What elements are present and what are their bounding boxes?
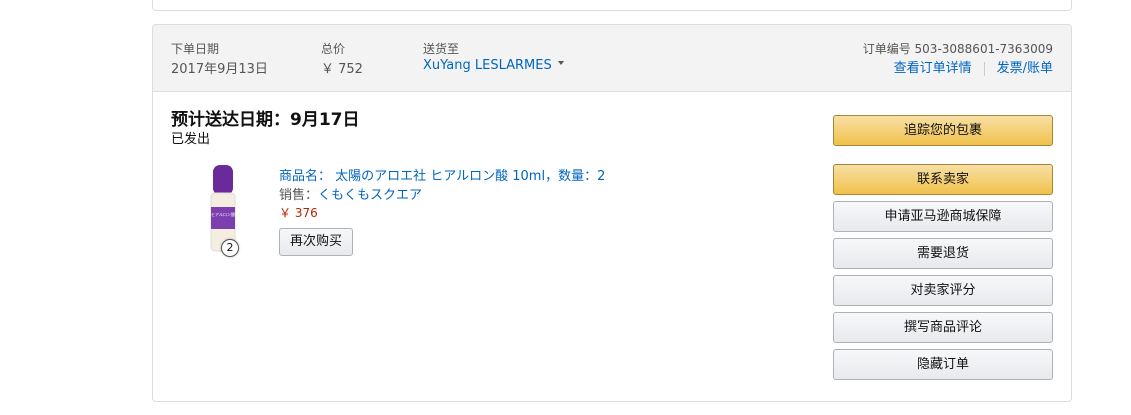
ship-to-dropdown[interactable]: XuYang LESLARMES [423, 58, 564, 73]
ship-to-name[interactable]: XuYang LESLARMES [423, 58, 552, 73]
invoice-link[interactable]: 发票/账单 [997, 61, 1053, 76]
item-price: ￥ 376 [279, 206, 318, 220]
shipment-status: 已发出 [171, 132, 211, 147]
order-header: 下单日期 2017年9月13日 总价 ￥ 752 送货至 XuYang LESL… [153, 25, 1071, 92]
quantity-badge: 2 [221, 239, 239, 257]
write-review-button[interactable]: 撰写商品评论 [833, 312, 1053, 343]
previous-order-card [152, 0, 1072, 11]
return-items-button[interactable]: 需要退货 [833, 238, 1053, 269]
order-number: 订单编号 503-3088601-7363009 [862, 42, 1053, 56]
bottle-cap [213, 165, 233, 195]
caret-down-icon[interactable] [557, 60, 564, 65]
order-total-label: 总价 [321, 42, 346, 56]
a-to-z-guarantee-button[interactable]: 申请亚马逊商城保障 [833, 201, 1053, 232]
contact-seller-button[interactable]: 联系卖家 [833, 164, 1053, 195]
order-date-label: 下单日期 [171, 42, 220, 56]
order-total-value: ￥ 752 [321, 62, 363, 77]
delivery-date-title: 预计送达日期：9月17日 [171, 110, 360, 130]
seller-link[interactable]: くもくもスクエア [318, 188, 422, 203]
rate-seller-button[interactable]: 对卖家评分 [833, 275, 1053, 306]
seller-label: 销售： [279, 188, 319, 203]
product-title-link[interactable]: 商品名： 太陽のアロエ社 ヒアルロン酸 10ml，数量：2 [279, 165, 605, 184]
order-card: 下单日期 2017年9月13日 总价 ￥ 752 送货至 XuYang LESL… [152, 24, 1072, 402]
track-package-button[interactable]: 追踪您的包裹 [833, 115, 1053, 146]
order-date-value: 2017年9月13日 [171, 62, 268, 77]
bottle-label-text: ヒアルロン酸 [211, 211, 235, 217]
seller-line: 销售：くもくもスクエア [279, 184, 422, 203]
buy-again-button[interactable]: 再次购买 [279, 228, 353, 256]
bottle-label [211, 207, 235, 229]
ship-to-label: 送货至 [423, 42, 460, 56]
order-links: 查看订单详情 发票/账单 [894, 57, 1053, 76]
link-divider [983, 61, 985, 76]
view-order-details-link[interactable]: 查看订单详情 [894, 61, 972, 76]
hide-order-button[interactable]: 隐藏订单 [833, 349, 1053, 380]
